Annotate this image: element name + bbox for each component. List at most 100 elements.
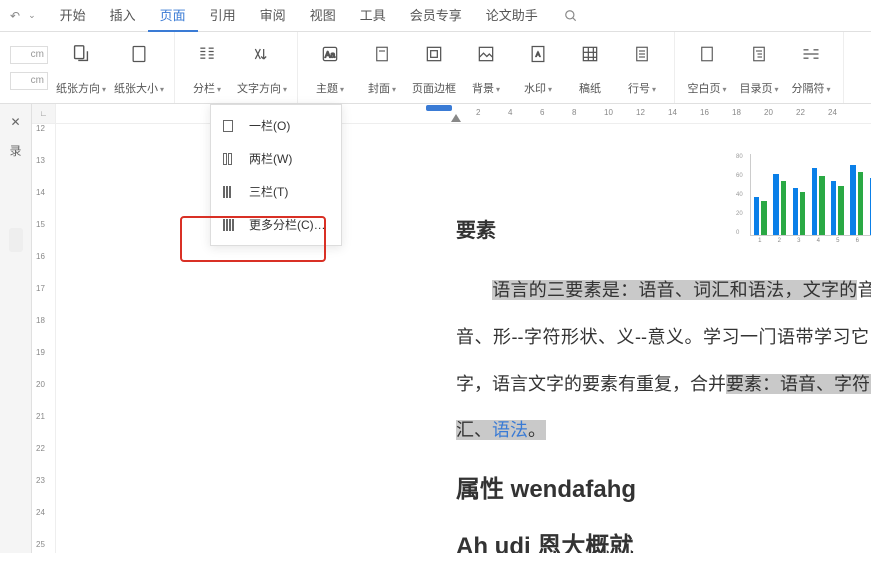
margin-bottom-input[interactable] xyxy=(10,72,48,90)
chart-bar xyxy=(793,188,798,235)
columns-option-icon xyxy=(223,219,239,231)
hruler-tick: 14 xyxy=(668,108,677,117)
chart-bar xyxy=(781,181,786,235)
chart-bar xyxy=(858,172,863,235)
blank-button[interactable]: 空白页▾ xyxy=(685,40,729,96)
menu-tab-2[interactable]: 页面 xyxy=(148,0,198,32)
sep-icon xyxy=(800,40,822,68)
lineno-button[interactable]: 行号▾ xyxy=(620,40,664,96)
hruler-tick: 2 xyxy=(476,108,480,117)
ruler-margin-indicator xyxy=(426,105,452,111)
menu-tab-7[interactable]: 会员专享 xyxy=(398,0,474,32)
cover-button[interactable]: 封面▾ xyxy=(360,40,404,96)
hruler-tick: 4 xyxy=(508,108,512,117)
vruler-tick: 21 xyxy=(36,412,45,421)
paper-size-icon xyxy=(129,40,149,68)
menu-tab-6[interactable]: 工具 xyxy=(348,0,398,32)
menu-tab-3[interactable]: 引用 xyxy=(198,0,248,32)
hruler-tick: 6 xyxy=(540,108,544,117)
text-direction-icon xyxy=(252,40,272,68)
columns-label: 分栏 xyxy=(193,83,215,95)
hyperlink-text[interactable]: 语法 xyxy=(492,420,528,440)
vruler-tick: 24 xyxy=(36,508,45,517)
vruler-tick: 19 xyxy=(36,348,45,357)
chart-bar xyxy=(800,192,805,235)
columns-option-icon xyxy=(223,186,239,198)
sep-button[interactable]: 分隔符▾ xyxy=(789,40,833,96)
menu-tab-1[interactable]: 插入 xyxy=(98,0,148,32)
ribbon: 纸张方向▾ 纸张大小▾ 分栏▾ 文字方向▾ Aa主题▾封面▾页面边框背景▾A水印… xyxy=(0,32,871,104)
menu-tabs: 开始插入页面引用审阅视图工具会员专享论文助手 xyxy=(48,0,550,32)
doc-subheading-2: Ah udi 恩大概就 xyxy=(456,527,871,553)
margin-group: 纸张方向▾ 纸张大小▾ xyxy=(0,32,175,103)
hruler-tick: 20 xyxy=(764,108,773,117)
close-panel-icon[interactable]: ✕ xyxy=(6,112,26,132)
svg-text:A: A xyxy=(536,51,541,58)
columns-button[interactable]: 分栏▾ xyxy=(185,40,229,96)
paper-size-button[interactable]: 纸张大小▾ xyxy=(114,40,164,96)
columns-menu-item-3[interactable]: 更多分栏(C)… xyxy=(211,208,341,241)
columns-menu-item-1[interactable]: 两栏(W) xyxy=(211,142,341,175)
toc-icon xyxy=(750,40,768,68)
hruler-tick: 18 xyxy=(732,108,741,117)
watermark-icon: A xyxy=(528,40,548,68)
lineno-icon xyxy=(633,40,651,68)
search-icon[interactable] xyxy=(564,9,578,23)
hruler-tick: 22 xyxy=(796,108,805,117)
document-viewport[interactable]: 24681012141618202224 806040200 12345678 … xyxy=(56,104,871,553)
bg-icon xyxy=(476,40,496,68)
orientation-label: 纸张方向 xyxy=(56,83,100,95)
panel-placeholder[interactable] xyxy=(9,228,23,252)
hruler-tick: 24 xyxy=(828,108,837,117)
menu-tab-8[interactable]: 论文助手 xyxy=(474,0,550,32)
menu-tab-4[interactable]: 审阅 xyxy=(248,0,298,32)
toc-button[interactable]: 目录页▾ xyxy=(737,40,781,96)
columns-option-icon xyxy=(223,120,239,132)
columns-menu-item-0[interactable]: 一栏(O) xyxy=(211,109,341,142)
qat-dropdown-icon[interactable]: ⌄ xyxy=(28,10,36,21)
draft-button[interactable]: 稿纸 xyxy=(568,40,612,96)
vruler-tick: 16 xyxy=(36,252,45,261)
vruler-tick: 18 xyxy=(36,316,45,325)
document-page: 806040200 12345678 要素 语言的三要素是：语音、词汇和语法，文… xyxy=(456,154,871,553)
vruler-tick: 22 xyxy=(36,444,45,453)
border-button[interactable]: 页面边框 xyxy=(412,40,456,96)
draft-icon xyxy=(580,40,600,68)
theme-icon: Aa xyxy=(320,40,340,68)
chart-bar xyxy=(773,174,778,235)
hruler-tick: 16 xyxy=(700,108,709,117)
side-panel: ✕ 录 xyxy=(0,104,32,553)
ruler-indent-marker[interactable] xyxy=(451,114,461,122)
text-direction-button[interactable]: 文字方向▾ xyxy=(237,40,287,96)
design-group: Aa主题▾封面▾页面边框背景▾A水印▾稿纸行号▾ xyxy=(298,32,675,103)
hruler-tick: 10 xyxy=(604,108,613,117)
layout-group: 分栏▾ 文字方向▾ xyxy=(175,32,298,103)
vruler-tick: 13 xyxy=(36,156,45,165)
cover-icon xyxy=(373,40,391,68)
menu-tab-0[interactable]: 开始 xyxy=(48,0,98,32)
vruler-tick: 25 xyxy=(36,540,45,549)
vruler-tick: 17 xyxy=(36,284,45,293)
record-panel-button[interactable]: 录 xyxy=(6,140,26,160)
content-area: ✕ 录 ∟ 1213141516171819202122232425 24681… xyxy=(0,104,871,553)
chart-bar xyxy=(812,168,817,235)
vruler-tick: 23 xyxy=(36,476,45,485)
vruler-tick: 14 xyxy=(36,188,45,197)
chart-bar xyxy=(819,176,824,235)
doc-paragraph[interactable]: 语言的三要素是：语音、词汇和语法，文字的音--语音、形--字符形状、义--意义。… xyxy=(456,267,871,454)
theme-button[interactable]: Aa主题▾ xyxy=(308,40,352,96)
vruler-tick: 12 xyxy=(36,124,45,133)
bg-button[interactable]: 背景▾ xyxy=(464,40,508,96)
main-menu-bar: ↶ ⌄ 开始插入页面引用审阅视图工具会员专享论文助手 xyxy=(0,0,871,32)
watermark-button[interactable]: A水印▾ xyxy=(516,40,560,96)
embedded-chart[interactable]: 806040200 12345678 xyxy=(736,154,871,246)
menu-tab-5[interactable]: 视图 xyxy=(298,0,348,32)
columns-menu-item-2[interactable]: 三栏(T) xyxy=(211,175,341,208)
margin-top-input[interactable] xyxy=(10,46,48,64)
orientation-button[interactable]: 纸张方向▾ xyxy=(56,40,106,96)
ruler-corner: ∟ xyxy=(32,104,55,124)
vertical-ruler: ∟ 1213141516171819202122232425 xyxy=(32,104,56,553)
undo-icon[interactable]: ↶ xyxy=(10,9,20,23)
chart-bar xyxy=(761,201,766,235)
chart-bar xyxy=(850,165,855,235)
